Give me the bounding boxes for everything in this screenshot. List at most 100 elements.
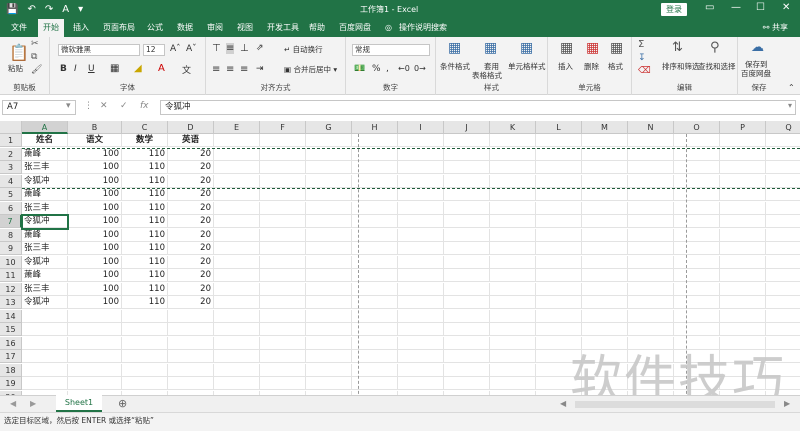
cell[interactable] [214, 161, 260, 174]
column-header[interactable]: H [352, 121, 398, 134]
cell[interactable] [766, 283, 800, 296]
cut-icon[interactable]: ✂ [31, 39, 39, 49]
cell[interactable] [398, 350, 444, 363]
cell[interactable] [582, 309, 628, 323]
column-header[interactable]: C [122, 121, 168, 134]
cell[interactable] [122, 336, 168, 350]
cell[interactable] [490, 188, 536, 201]
cell[interactable]: 100 [68, 296, 122, 309]
cell[interactable] [306, 228, 352, 242]
cell[interactable]: 20 [168, 296, 214, 309]
cell[interactable] [628, 269, 674, 282]
cell[interactable]: 萧峰 [22, 228, 68, 242]
cell[interactable] [122, 350, 168, 363]
cell[interactable] [122, 363, 168, 377]
tab-review[interactable]: 审阅 [202, 19, 228, 37]
align-center-icon[interactable]: ≡ [226, 64, 234, 75]
cell[interactable] [214, 215, 260, 228]
cell[interactable] [444, 282, 490, 296]
cell[interactable] [674, 242, 720, 255]
cell[interactable] [68, 323, 122, 336]
cell[interactable] [444, 228, 490, 242]
row-header[interactable]: 19 [0, 377, 22, 390]
cell[interactable] [674, 296, 720, 309]
cell[interactable]: 20 [168, 282, 214, 296]
cell[interactable] [306, 201, 352, 215]
cell[interactable]: 110 [122, 282, 168, 296]
align-middle-icon[interactable]: ≡ [226, 43, 235, 54]
minimize-icon[interactable]: — [731, 2, 741, 13]
cell[interactable] [22, 323, 68, 336]
cell[interactable] [766, 215, 800, 228]
cell[interactable]: 20 [168, 242, 214, 255]
cell[interactable]: 张三丰 [22, 282, 68, 296]
cell[interactable]: 110 [122, 269, 168, 282]
cell[interactable] [766, 202, 800, 215]
cell[interactable] [214, 350, 260, 363]
cell[interactable] [444, 161, 490, 174]
indent-icon[interactable]: ⇥ [256, 64, 264, 74]
cell[interactable] [214, 377, 260, 390]
cell[interactable] [628, 147, 674, 161]
undo-icon[interactable]: ↶ [27, 3, 35, 16]
scroll-right-icon[interactable]: ▶ [784, 399, 790, 408]
enter-icon[interactable]: ✓ [120, 101, 128, 111]
cell[interactable] [536, 161, 582, 174]
cell[interactable] [214, 336, 260, 350]
cell[interactable] [582, 174, 628, 188]
merge-center-button[interactable]: ▣ 合并后居中 ▾ [284, 64, 337, 75]
cell[interactable] [68, 363, 122, 377]
cell[interactable] [168, 336, 214, 350]
tab-developer[interactable]: 开发工具 [262, 19, 304, 37]
cell[interactable] [214, 134, 260, 147]
cell[interactable]: 令狐冲 [22, 296, 68, 309]
column-header[interactable]: L [536, 121, 582, 134]
paste-icon[interactable]: 📋 [9, 43, 29, 62]
cell[interactable]: 20 [168, 188, 214, 201]
cell[interactable]: 萧峰 [22, 269, 68, 282]
cell[interactable] [306, 377, 352, 390]
cell[interactable]: 110 [122, 242, 168, 255]
cell[interactable]: 100 [68, 269, 122, 282]
cell[interactable] [720, 147, 766, 161]
delete-cells-button[interactable]: 删除 [584, 61, 599, 72]
cell[interactable]: 英语 [168, 134, 214, 147]
insert-function-icon[interactable]: fx [140, 101, 149, 111]
cell[interactable] [674, 309, 720, 323]
cell[interactable] [582, 147, 628, 161]
cell[interactable] [490, 228, 536, 242]
cancel-icon[interactable]: ✕ [100, 101, 108, 111]
cell[interactable] [68, 309, 122, 323]
row-header[interactable]: 5 [0, 188, 22, 201]
cell[interactable] [720, 201, 766, 215]
cell[interactable] [536, 134, 582, 147]
cell[interactable] [766, 323, 800, 336]
cell[interactable] [444, 350, 490, 363]
cell[interactable] [628, 323, 674, 336]
tab-home[interactable]: 开始 [38, 19, 64, 37]
cell[interactable] [628, 188, 674, 201]
cell[interactable] [628, 161, 674, 174]
cell[interactable] [260, 134, 306, 147]
cell[interactable] [398, 377, 444, 390]
cell[interactable] [214, 323, 260, 336]
cell[interactable] [766, 256, 800, 269]
cell[interactable]: 100 [68, 215, 122, 228]
column-header[interactable]: O [674, 121, 720, 134]
row-header[interactable]: 16 [0, 336, 22, 350]
baidu-cloud-icon[interactable]: ☁ [751, 40, 764, 55]
sort-filter-button[interactable]: 排序和筛选 [662, 61, 700, 72]
save-icon[interactable]: 💾 [6, 3, 18, 16]
cell[interactable] [398, 228, 444, 242]
cell[interactable] [444, 323, 490, 336]
row-header[interactable]: 8 [0, 228, 22, 242]
cell[interactable] [720, 255, 766, 269]
cell[interactable] [306, 161, 352, 174]
cell[interactable] [444, 242, 490, 255]
login-button[interactable]: 登录 [661, 3, 687, 16]
cell[interactable]: 100 [68, 174, 122, 188]
next-sheet-icon[interactable]: ▶ [30, 399, 36, 408]
cell[interactable] [306, 242, 352, 255]
tab-help[interactable]: 帮助 [304, 19, 330, 37]
cell[interactable]: 100 [68, 282, 122, 296]
